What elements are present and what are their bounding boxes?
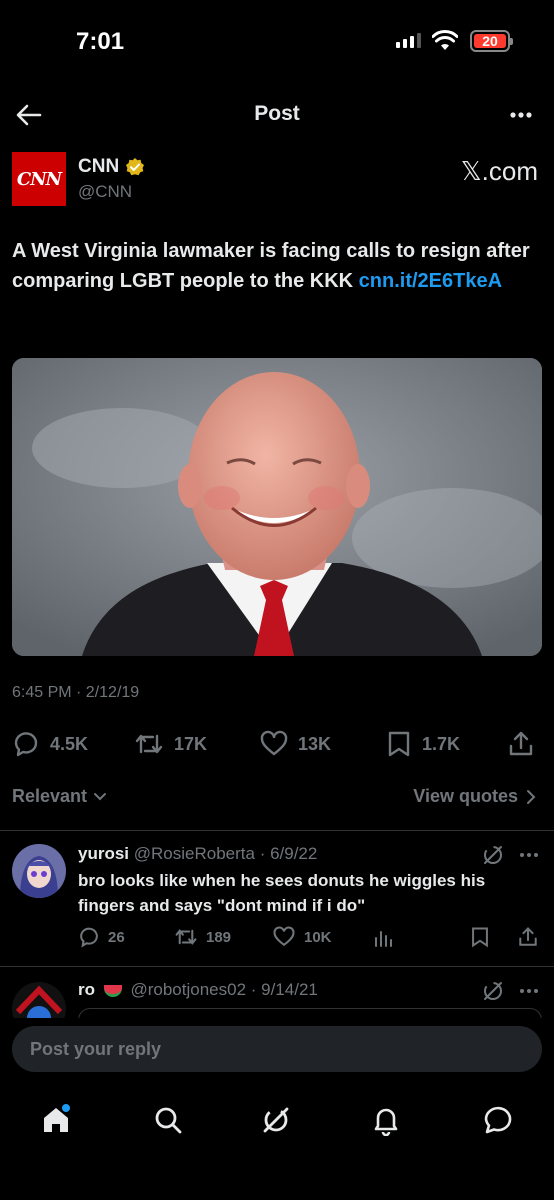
status-time: 7:01 — [76, 28, 125, 55]
relevant-dropdown[interactable]: Relevant — [12, 786, 107, 807]
reply-composer[interactable] — [12, 1026, 542, 1072]
grok-icon[interactable] — [482, 844, 504, 866]
relevant-label: Relevant — [12, 786, 88, 806]
repost-icon — [135, 734, 163, 754]
reply-icon — [80, 927, 98, 948]
status-bar: 7:01 20 — [0, 0, 554, 80]
bookmark-count: 1.7K — [422, 733, 461, 754]
bookmark-icon — [472, 927, 488, 948]
repost-icon — [175, 929, 197, 945]
reply-handle-date: @RosieRoberta · 6/9/22 — [133, 844, 318, 863]
nav-grok[interactable] — [256, 1100, 296, 1140]
avatar[interactable] — [12, 844, 66, 898]
post-action-bar: 4.5K 17K 13K 1.7K — [12, 724, 542, 764]
reply-author-name[interactable]: yurosi — [78, 844, 129, 863]
reply-sort-row: Relevant View quotes — [12, 784, 542, 812]
like-count: 13K — [298, 733, 332, 754]
share-button[interactable] — [518, 926, 538, 948]
search-icon — [155, 1107, 182, 1134]
source-label: 𝕏.com — [460, 156, 538, 186]
reply-count: 26 — [108, 928, 125, 946]
post-timestamp: 6:45 PM · 2/12/19 — [12, 684, 140, 701]
nav-home[interactable] — [36, 1100, 76, 1140]
share-icon — [509, 731, 533, 756]
battery-level: 20 — [474, 33, 506, 49]
view-quotes-link[interactable]: View quotes — [413, 786, 536, 807]
reply-meta: ro @robotjones02 · 9/14/21 — [78, 980, 318, 1000]
nav-notifications[interactable] — [366, 1100, 406, 1140]
reply-author-name[interactable]: ro — [78, 980, 95, 999]
repost-button[interactable]: 17K — [134, 730, 207, 758]
reply-icon — [14, 732, 38, 757]
share-button[interactable] — [508, 730, 534, 758]
views-icon — [375, 931, 392, 947]
reply-action-bar: 26 189 10K — [78, 926, 542, 952]
like-button[interactable]: 13K — [260, 730, 331, 758]
reply-button[interactable]: 26 — [78, 926, 125, 948]
chevron-down-icon — [94, 792, 107, 800]
reply-media-preview — [78, 1008, 542, 1018]
repost-count: 189 — [206, 928, 232, 946]
chevron-right-icon — [527, 789, 536, 804]
bookmark-button[interactable]: 1.7K — [386, 730, 460, 758]
post-link[interactable]: cnn.it/2E6TkeA — [359, 270, 502, 292]
reply-meta: yurosi @RosieRoberta · 6/9/22 — [78, 844, 317, 864]
reply-button[interactable]: 4.5K — [12, 730, 88, 758]
views-button[interactable] — [372, 926, 394, 948]
top-header: Post — [0, 92, 554, 138]
grok-icon — [263, 1107, 289, 1133]
author-name: CNN — [78, 156, 120, 177]
like-button[interactable]: 10K — [272, 926, 332, 948]
page-title: Post — [254, 102, 300, 125]
bookmark-button[interactable] — [470, 926, 490, 948]
divider — [0, 830, 554, 831]
verified-badge-icon — [126, 158, 145, 176]
reply-item[interactable]: ro @robotjones02 · 9/14/21 — [0, 978, 554, 1018]
bottom-navigation — [0, 1090, 554, 1150]
reply-input[interactable] — [12, 1026, 542, 1072]
avatar[interactable]: CNN — [12, 152, 66, 206]
reply-item[interactable]: yurosi @RosieRoberta · 6/9/22 bro looks … — [0, 842, 554, 962]
reply-text: bro looks like when he sees donuts he wi… — [78, 871, 486, 915]
bell-icon — [374, 1108, 398, 1136]
more-horizontal-icon[interactable] — [518, 846, 540, 864]
post-image[interactable] — [12, 358, 542, 656]
share-icon — [519, 927, 537, 946]
portrait-photo — [12, 358, 542, 656]
watermelon-emoji-icon — [103, 984, 122, 997]
grok-icon[interactable] — [482, 980, 504, 1002]
nav-messages[interactable] — [478, 1100, 518, 1140]
repost-count: 17K — [174, 733, 208, 754]
wifi-icon — [432, 30, 458, 50]
reply-handle-date: @robotjones02 · 9/14/21 — [130, 980, 318, 999]
nav-search[interactable] — [148, 1100, 188, 1140]
post-author: CNN CNN @CNN 𝕏.com — [12, 152, 542, 212]
notification-dot — [62, 1104, 70, 1112]
more-horizontal-icon[interactable] — [518, 982, 540, 1000]
view-quotes-label: View quotes — [413, 786, 518, 806]
author-handle[interactable]: @CNN — [78, 182, 132, 202]
cnn-logo-text: CNN — [16, 168, 62, 190]
heart-icon — [260, 730, 288, 756]
author-name-row[interactable]: CNN — [78, 156, 145, 178]
bookmark-icon — [388, 731, 410, 757]
like-count: 10K — [304, 928, 332, 946]
avatar[interactable] — [12, 982, 66, 1018]
post-text: A West Virginia lawmaker is facing calls… — [12, 236, 532, 296]
divider — [0, 966, 554, 967]
more-horizontal-icon[interactable] — [506, 100, 536, 130]
message-icon — [484, 1106, 512, 1134]
repost-button[interactable]: 189 — [174, 926, 231, 948]
reply-count: 4.5K — [50, 733, 89, 754]
battery-indicator: 20 — [470, 30, 513, 52]
heart-icon — [273, 926, 295, 947]
cellular-signal-icon — [396, 33, 421, 48]
